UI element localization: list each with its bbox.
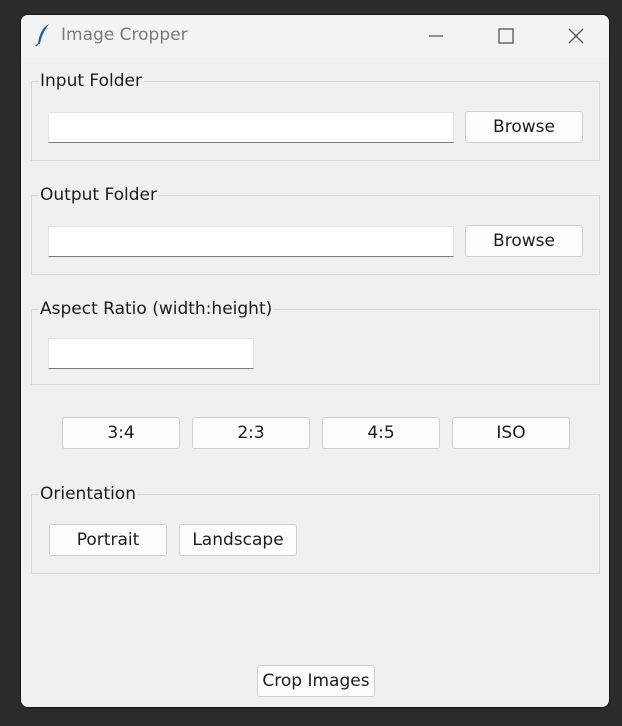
preset-iso-button[interactable]: ISO (452, 417, 570, 449)
crop-images-button[interactable]: Crop Images (257, 665, 375, 697)
input-browse-button[interactable]: Browse (465, 111, 583, 143)
maximize-icon[interactable] (495, 25, 517, 47)
app-window: Image Cropper Input Folder Browse Output… (20, 14, 610, 708)
title-bar[interactable]: Image Cropper (21, 15, 609, 57)
aspect-ratio-field[interactable] (48, 338, 254, 369)
feather-icon (35, 24, 49, 47)
portrait-button[interactable]: Portrait (49, 524, 167, 556)
preset-2-3-button[interactable]: 2:3 (192, 417, 310, 449)
orientation-label: Orientation (39, 484, 137, 504)
window-title: Image Cropper (61, 25, 188, 45)
close-icon[interactable] (565, 25, 587, 47)
input-folder-field[interactable] (48, 112, 454, 143)
preset-4-5-button[interactable]: 4:5 (322, 417, 440, 449)
output-browse-button[interactable]: Browse (465, 225, 583, 257)
preset-3-4-button[interactable]: 3:4 (62, 417, 180, 449)
aspect-ratio-label: Aspect Ratio (width:height) (39, 299, 274, 319)
output-folder-field[interactable] (48, 226, 454, 257)
landscape-button[interactable]: Landscape (179, 524, 297, 556)
minimize-icon[interactable] (425, 25, 447, 47)
output-folder-label: Output Folder (39, 185, 158, 205)
input-folder-label: Input Folder (39, 71, 143, 91)
